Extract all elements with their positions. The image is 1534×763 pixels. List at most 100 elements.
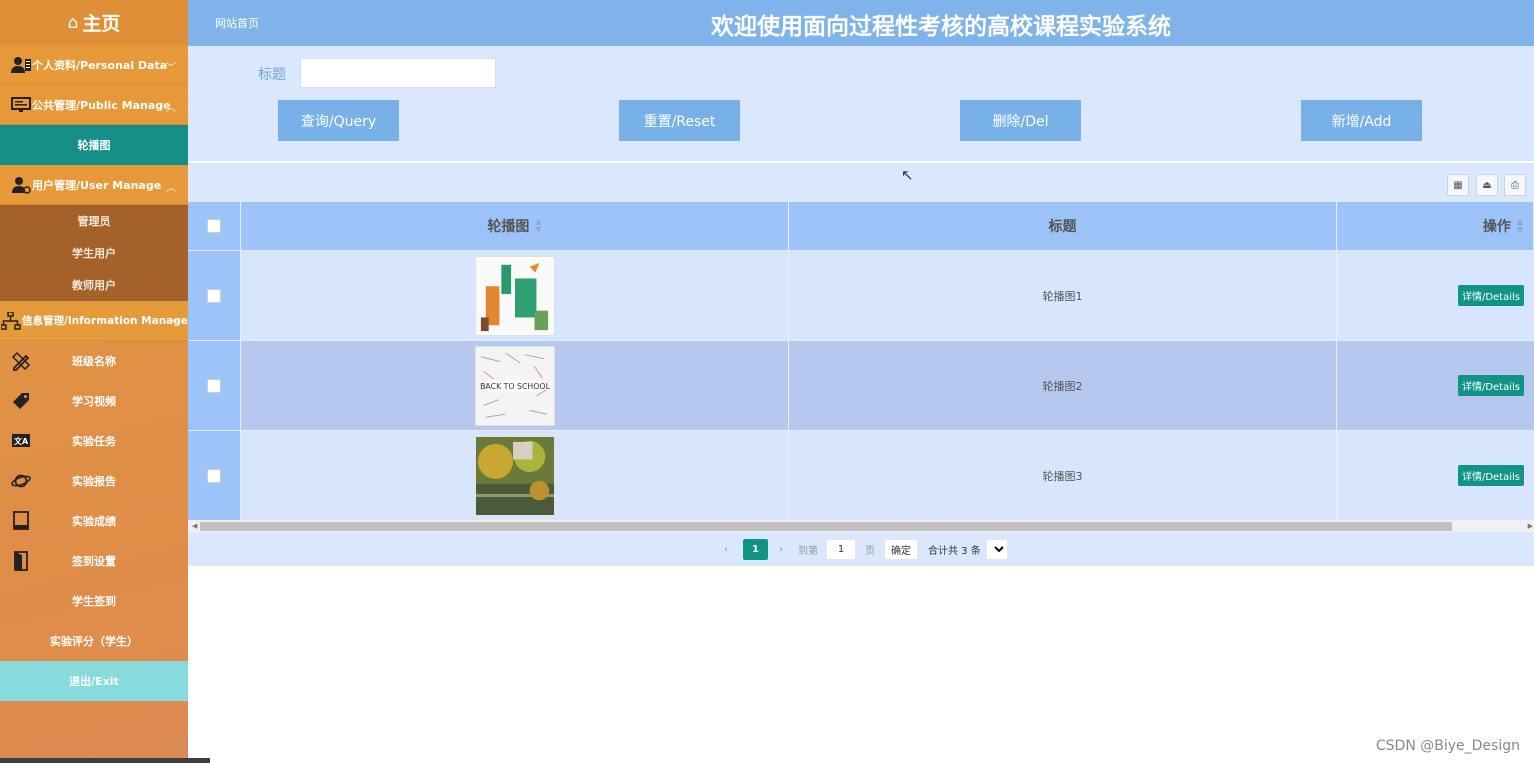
carousel-thumbnail-2[interactable]: BACK TO SCHOOL	[474, 345, 555, 426]
sidebar-item-label: 学习视频	[72, 395, 116, 408]
column-header-label: 轮播图	[487, 219, 530, 235]
add-button[interactable]: 新增/Add	[1301, 100, 1422, 141]
sidebar-item-reports[interactable]: 实验报告	[0, 461, 188, 501]
carousel-image-cell	[241, 431, 789, 520]
title-cell: 轮播图1	[789, 251, 1337, 340]
sidebar-item-students[interactable]: 学生用户	[0, 237, 188, 269]
details-button[interactable]: 详情/Details	[1457, 285, 1524, 306]
sidebar-item-admin[interactable]: 管理员	[0, 205, 188, 237]
print-icon[interactable]: ⎙	[1504, 174, 1526, 196]
column-header-carousel[interactable]: 轮播图 ▲ ▼	[241, 202, 789, 250]
menu-group-label: 信息管理/Information Manage	[22, 315, 188, 327]
chevron-up-icon: ︿	[166, 183, 176, 194]
horizontal-scrollbar[interactable]: ◀ ▶	[188, 520, 1534, 532]
page-size-select[interactable]	[986, 539, 1008, 560]
planet-icon	[10, 471, 32, 491]
sidebar-item-signin-settings[interactable]: 签到设置	[0, 541, 188, 581]
carousel-thumbnail-3[interactable]	[474, 435, 555, 516]
sidebar-item-label: 教师用户	[72, 279, 116, 292]
chevron-up-icon: ︿	[166, 103, 176, 114]
user-settings-icon	[10, 176, 32, 194]
home-link[interactable]: ⌂ 主页	[0, 0, 188, 45]
menu-group-personal[interactable]: 个人资料/Personal Data ﹀	[0, 45, 188, 85]
row-checkbox[interactable]	[207, 288, 221, 303]
mouse-cursor-icon: ↖	[901, 166, 914, 184]
sidebar-item-label: 学生用户	[72, 247, 116, 260]
sidebar-item-videos[interactable]: 学习视频	[0, 381, 188, 421]
details-button[interactable]: 详情/Details	[1457, 375, 1524, 396]
sitemap-icon	[0, 311, 22, 330]
title-search-input[interactable]	[300, 58, 496, 88]
exit-button[interactable]: 退出/Exit	[0, 661, 188, 701]
exit-label: 退出/Exit	[69, 675, 119, 688]
scroll-right-icon[interactable]: ▶	[1528, 522, 1533, 530]
next-page-icon[interactable]: ›	[779, 539, 783, 560]
table-row: 轮播图1 详情/Details	[188, 250, 1534, 340]
row-checkbox[interactable]	[207, 468, 221, 483]
home-icon: ⌂	[67, 12, 79, 33]
column-header-title: 标题	[789, 202, 1337, 250]
sidebar-item-label: 轮播图	[77, 139, 111, 152]
actions-cell: 详情/Details	[1337, 251, 1534, 340]
sidebar-item-label: 实验评分（学生）	[50, 635, 138, 648]
pagination: ‹ 1 › 到第 1 页 确定 合计共 3 条	[188, 532, 1534, 566]
total-count: 合计共 3 条	[928, 546, 981, 557]
personal-data-icon	[10, 56, 32, 74]
prev-page-icon[interactable]: ‹	[724, 539, 728, 560]
row-select-cell	[188, 431, 241, 520]
sidebar-item-experiment-rating[interactable]: 实验评分（学生）	[0, 621, 188, 661]
page-suffix-label: 页	[865, 546, 875, 557]
page-number-input[interactable]: 1	[826, 539, 856, 560]
scrollbar-thumb[interactable]	[200, 522, 1452, 531]
page-1-button[interactable]: 1	[743, 539, 768, 560]
sidebar-item-class-name[interactable]: 班级名称	[0, 341, 188, 381]
table-toolbar: ▦ ⏏ ⎙	[188, 163, 1534, 202]
sidebar-item-label: 实验报告	[72, 475, 116, 488]
book-icon	[10, 511, 32, 531]
details-button[interactable]: 详情/Details	[1457, 465, 1524, 486]
monitor-icon	[10, 96, 32, 114]
sort-icon[interactable]: ▲ ▼	[535, 218, 541, 234]
column-header-label: 操作	[1482, 219, 1511, 235]
sidebar-item-student-signin[interactable]: 学生签到	[0, 581, 188, 621]
menu-group-public[interactable]: 公共管理/Public Manage ︿	[0, 85, 188, 125]
menu-group-user[interactable]: 用户管理/User Manage ︿	[0, 165, 188, 205]
select-all-checkbox[interactable]	[207, 219, 221, 233]
translate-icon: 文A	[10, 431, 32, 451]
menu-group-info[interactable]: 信息管理/Information Manage ﹀	[0, 301, 188, 341]
title-cell: 轮播图3	[789, 431, 1337, 520]
table-row: BACK TO SCHOOL 轮播图2 详情/Details	[188, 340, 1534, 430]
sidebar-item-tasks[interactable]: 文A 实验任务	[0, 421, 188, 461]
export-icon[interactable]: ⏏	[1476, 174, 1498, 196]
menu-group-label: 个人资料/Personal Data	[32, 58, 168, 72]
table-header: 轮播图 ▲ ▼ 标题 操作 ▲ ▼	[188, 202, 1534, 250]
table-row: 轮播图3 详情/Details	[188, 430, 1534, 520]
tag-icon	[10, 391, 32, 411]
chevron-down-icon: ﹀	[170, 319, 180, 330]
column-header-label: 标题	[1048, 219, 1077, 235]
goto-label: 到第	[798, 546, 818, 557]
row-select-cell	[188, 341, 241, 430]
sidebar-item-teachers[interactable]: 教师用户	[0, 269, 188, 301]
sidebar-item-scores[interactable]: 实验成绩	[0, 501, 188, 541]
column-header-actions[interactable]: 操作 ▲ ▼	[1337, 202, 1534, 250]
goto-confirm-button[interactable]: 确定	[884, 539, 918, 560]
actions-cell: 详情/Details	[1337, 431, 1534, 520]
home-label: 主页	[82, 13, 121, 35]
page-size-dropdown[interactable]	[986, 539, 1008, 560]
watermark: CSDN @Biye_Design	[1375, 738, 1520, 754]
sidebar-item-carousel[interactable]: 轮播图	[0, 125, 188, 165]
sort-icon[interactable]: ▲ ▼	[1517, 218, 1523, 234]
status-strip	[0, 758, 210, 763]
columns-icon[interactable]: ▦	[1447, 174, 1469, 196]
sidebar-item-label: 签到设置	[72, 555, 116, 568]
sidebar-item-label: 班级名称	[72, 355, 116, 368]
query-button[interactable]: 查询/Query	[278, 100, 399, 141]
delete-button[interactable]: 删除/Del	[960, 100, 1081, 141]
menu-group-label: 公共管理/Public Manage	[32, 98, 171, 112]
reset-button[interactable]: 重置/Reset	[619, 100, 740, 141]
carousel-thumbnail-1[interactable]	[474, 255, 555, 336]
row-checkbox[interactable]	[207, 378, 221, 393]
carousel-image-cell	[241, 251, 789, 340]
scroll-left-icon[interactable]: ◀	[192, 522, 197, 530]
